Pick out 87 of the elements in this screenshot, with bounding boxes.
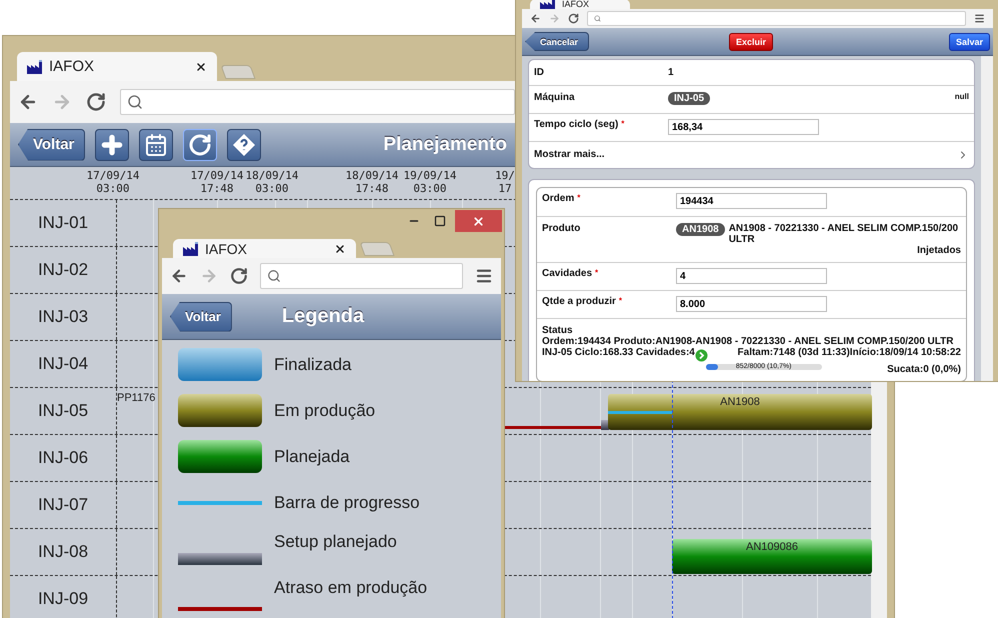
field-label: Cavidades * (542, 268, 600, 279)
timeline-label: 19/ 17 (495, 169, 515, 195)
address-field[interactable] (587, 11, 966, 26)
legend-label: Finalizada (274, 354, 352, 374)
address-field[interactable] (260, 263, 463, 289)
timeline-label: 17/09/14 17:48 (190, 169, 244, 195)
field-value: 1 (668, 67, 674, 78)
planned-bar[interactable]: AN109086 (672, 539, 872, 574)
product-description: AN1908 - 70221330 - ANEL SELIM COMP.150/200 ULTR (728, 223, 960, 245)
add-button[interactable] (95, 128, 130, 160)
factory-icon (183, 242, 199, 256)
field-note: null (954, 92, 969, 101)
cancel-button[interactable]: Cancelar (525, 32, 590, 51)
reload-icon[interactable] (568, 13, 579, 24)
browser-tab[interactable]: IAFOX (17, 52, 217, 81)
search-icon (267, 269, 281, 283)
tab-title: IAFOX (205, 240, 248, 256)
back-button[interactable]: Voltar (170, 302, 232, 332)
legend-label: Atraso em produção (274, 578, 428, 598)
timeline-label: 17/09/14 03:00 (86, 169, 140, 195)
save-button[interactable]: Salvar (948, 32, 990, 50)
field-note: Injetados (917, 245, 961, 256)
back-icon[interactable] (530, 13, 541, 24)
order-label: PP1176 (117, 392, 156, 406)
input-field[interactable]: 8.000 (676, 296, 827, 312)
close-button[interactable] (455, 210, 502, 232)
tab-title: IAFOX (49, 58, 96, 75)
tab-title: IAFOX (562, 0, 590, 9)
show-more-link[interactable]: Mostrar mais... (529, 141, 974, 168)
page-title: Planejamento (383, 134, 507, 156)
machine-label: INJ-04 (10, 341, 117, 387)
machine-label: INJ-06 (10, 435, 117, 481)
setup-bar[interactable] (601, 420, 609, 430)
reload-icon[interactable] (86, 92, 106, 112)
machine-label: INJ-02 (10, 247, 117, 293)
play-icon[interactable] (694, 349, 708, 362)
legend-label: Planejada (274, 446, 350, 466)
menu-icon[interactable] (974, 13, 985, 24)
back-icon[interactable] (170, 267, 188, 285)
status-order-text: Ordem:194434 Produto:AN1908-AN1908 - 70221330 - ANEL SELIM COMP.150/200 ULTR (542, 336, 954, 347)
calendar-button[interactable] (139, 128, 174, 160)
delete-button[interactable]: Excluir (729, 32, 774, 50)
machine-label: INJ-01 (10, 200, 117, 246)
timeline-label: 18/09/14 17:48 (346, 169, 398, 195)
field-label: ID (534, 67, 545, 78)
production-bar[interactable]: AN1908 (608, 394, 872, 430)
remaining-text: Faltam:7148 (03d 11:33)Início:18/09/14 10:58:22 (738, 347, 961, 358)
menu-icon[interactable] (475, 267, 493, 285)
search-icon (594, 15, 601, 22)
back-icon[interactable] (18, 92, 38, 112)
browser-tab[interactable]: IAFOX (173, 239, 356, 258)
page-title: Legenda (282, 305, 364, 328)
factory-icon (27, 60, 43, 74)
search-icon (127, 94, 143, 110)
scrollbar[interactable] (981, 56, 993, 381)
input-field[interactable]: 168,34 (668, 119, 819, 135)
input-field[interactable]: 194434 (676, 193, 827, 209)
status-machine-text: INJ-05 Ciclo:168.33 Cavidades:4 (542, 347, 695, 358)
close-icon[interactable] (334, 242, 346, 254)
tag-badge: AN1908 (676, 223, 725, 236)
timeline-label: 18/09/14 03:00 (246, 169, 298, 195)
tag-badge: INJ-05 (668, 92, 710, 105)
field-label: Ordem * (542, 193, 582, 204)
status-label: Status (542, 325, 573, 336)
field-label: Qtde a produzir * (542, 296, 624, 307)
field-label: Tempo ciclo (seg) * (534, 119, 626, 130)
machine-label: INJ-09 (10, 576, 117, 618)
scrap-text: Sucata:0 (0,0%) (887, 364, 961, 375)
machine-label: INJ-03 (10, 294, 117, 340)
machine-label: INJ-07 (10, 482, 117, 528)
close-icon[interactable] (195, 60, 207, 72)
browser-tab[interactable]: IAFOX (530, 0, 630, 9)
field-label: Produto (542, 223, 582, 234)
machine-label: INJ-05 (10, 388, 117, 434)
close-icon (472, 214, 485, 228)
legend-label: Em produção (274, 400, 376, 420)
timeline-label: 19/09/14 03:00 (404, 169, 456, 195)
machine-label: INJ-08 (10, 529, 117, 575)
refresh-button[interactable] (183, 128, 218, 160)
input-field[interactable]: 4 (676, 268, 827, 284)
back-button[interactable]: Voltar (18, 128, 86, 160)
legend-label: Barra de progresso (274, 492, 420, 512)
reload-icon[interactable] (230, 267, 248, 285)
help-button[interactable] (227, 128, 262, 160)
field-label: Máquina (534, 92, 576, 103)
address-field[interactable] (120, 89, 515, 115)
legend-label: Setup planejado (274, 532, 397, 552)
